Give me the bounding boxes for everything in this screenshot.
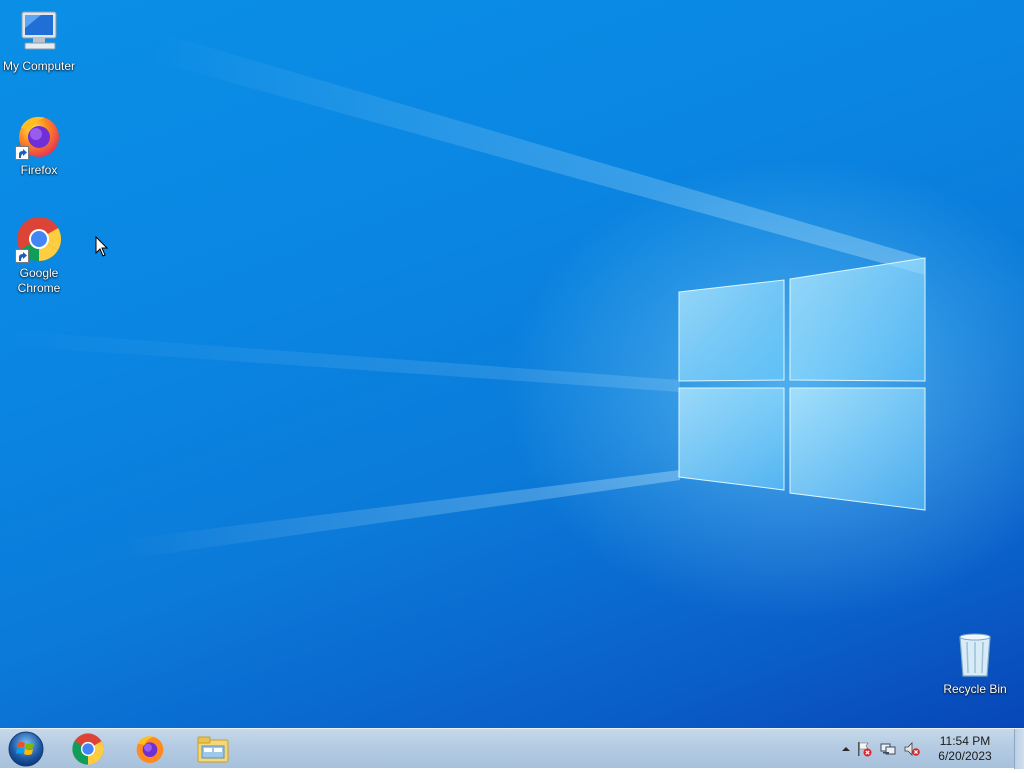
taskbar-firefox-button[interactable] [130,732,170,766]
desktop-icon-firefox[interactable]: Firefox [0,112,78,178]
desktop-icon-label: Firefox [20,163,58,177]
wallpaper-windows-logo [0,30,926,560]
clock-time: 11:54 PM [939,734,991,748]
clock-date: 6/20/2023 [938,749,992,763]
taskbar-chrome-button[interactable] [68,732,108,766]
shortcut-arrow-icon [15,249,29,263]
desktop-icon-recycle-bin[interactable]: Recycle Bin [936,631,1014,697]
show-desktop-button[interactable] [1014,729,1024,769]
shortcut-arrow-icon [15,146,29,160]
file-explorer-icon [197,736,229,763]
chrome-icon [72,733,104,765]
volume-muted-icon[interactable] [904,741,920,757]
firefox-icon [136,736,164,763]
action-center-flag-icon[interactable] [856,741,872,757]
desktop-icon-label: Google Chrome [17,266,61,295]
desktop[interactable]: My Computer Firefox Google Chrome Recycl… [0,0,1024,728]
start-button[interactable] [6,730,46,768]
computer-icon [15,8,63,56]
desktop-icon-google-chrome[interactable]: Google Chrome [0,215,78,296]
firefox-icon [15,112,63,160]
recycle-bin-icon [951,631,999,679]
network-icon[interactable] [880,741,896,757]
taskbar-file-explorer-button[interactable] [193,732,233,766]
desktop-icon-my-computer[interactable]: My Computer [0,8,78,74]
taskbar-clock[interactable]: 11:54 PM 6/20/2023 [930,734,1000,764]
windows-start-icon [8,731,44,767]
desktop-icon-label: Recycle Bin [943,682,1007,696]
taskbar: 11:54 PM 6/20/2023 [0,728,1024,769]
chrome-icon [15,215,63,263]
mouse-cursor-icon [95,236,109,257]
system-tray: 11:54 PM 6/20/2023 [838,729,1024,769]
desktop-icon-label: My Computer [2,59,76,73]
show-hidden-icons-chevron-icon[interactable] [838,741,854,757]
